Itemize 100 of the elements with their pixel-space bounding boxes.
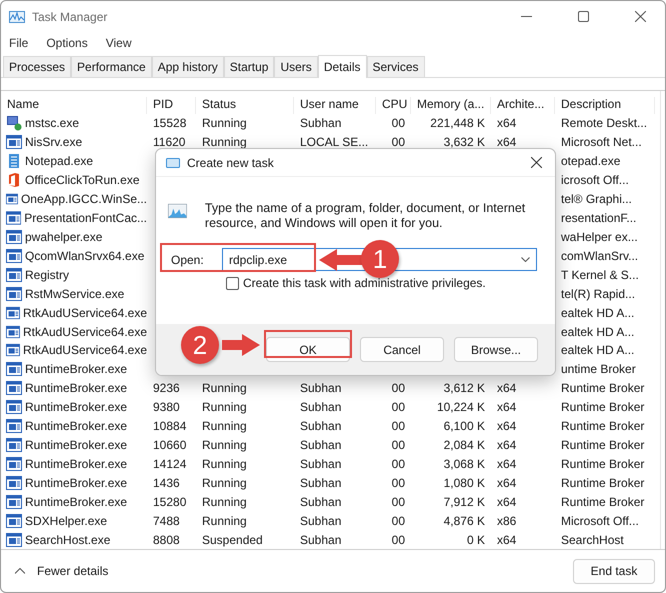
column-header[interactable]: Memory (a... xyxy=(411,96,491,114)
table-cell-text: 10660 xyxy=(152,438,188,452)
column-header[interactable]: Status xyxy=(196,96,294,114)
table-cell-text: 10,224 K xyxy=(436,400,486,414)
table-cell-text: 00 xyxy=(390,494,406,509)
table-cell-text: Subhan xyxy=(299,476,342,490)
table-cell-text: 221,448 K xyxy=(429,116,486,130)
table-cell-text: untime Broker xyxy=(560,362,637,376)
table-cell-text: 00 xyxy=(390,476,406,490)
process-name: RtkAudUService64.exe xyxy=(1,343,147,358)
table-cell-text: Running xyxy=(201,514,248,528)
table-cell-text: 9236 xyxy=(152,381,181,396)
table-cell-text: 00 xyxy=(390,135,406,150)
table-cell-text: 15528 xyxy=(152,116,188,130)
application-icon xyxy=(6,268,22,282)
application-icon xyxy=(6,438,22,452)
table-cell-text: Subhan xyxy=(299,532,342,547)
table-cell-text: Subhan xyxy=(299,438,342,452)
table-cell-text: LOCAL SE... xyxy=(299,135,370,150)
application-icon xyxy=(6,192,18,206)
menu-item[interactable]: File xyxy=(9,36,28,50)
tab[interactable]: Details xyxy=(318,55,366,78)
tab[interactable]: Processes xyxy=(3,56,72,77)
table-cell-text: Running xyxy=(201,456,248,471)
table-cell-text: Subhan xyxy=(299,514,342,528)
process-name: RuntimeBroker.exe xyxy=(1,494,147,509)
application-icon xyxy=(6,494,22,509)
application-icon xyxy=(6,343,20,358)
table-cell-text: Running xyxy=(201,476,248,490)
table-cell-text: ealtek HD A... xyxy=(560,306,636,320)
table-cell-text: 00 xyxy=(390,419,406,434)
table-cell-text: Runtime Broker xyxy=(560,476,646,490)
table-cell-text: 3,612 K xyxy=(442,381,486,396)
process-name: RuntimeBroker.exe xyxy=(1,362,147,376)
table-cell-text: Subhan xyxy=(299,494,342,509)
process-name: PresentationFontCac... xyxy=(1,210,147,225)
process-name: RuntimeBroker.exe xyxy=(1,456,147,471)
column-header[interactable]: CPU xyxy=(376,96,411,114)
process-name: OneApp.IGCC.WinSe... xyxy=(1,192,147,206)
table-cell-text: Subhan xyxy=(299,116,342,130)
process-name: RtkAudUService64.exe xyxy=(1,324,147,338)
process-name: RuntimeBroker.exe xyxy=(1,419,147,434)
table-cell-text: Runtime Broker xyxy=(560,381,646,396)
tab[interactable]: Startup xyxy=(224,56,274,77)
table-cell-text: Microsoft Off... xyxy=(560,514,640,528)
table-cell-text: Running xyxy=(201,438,248,452)
table-cell-text: x64 xyxy=(496,381,518,396)
column-header[interactable]: User name xyxy=(294,96,376,114)
table-cell-text: SearchHost xyxy=(560,532,625,547)
menu-item[interactable]: Options xyxy=(46,36,88,50)
table-cell-text: 4,876 K xyxy=(442,514,486,528)
office-icon xyxy=(6,172,22,188)
table-cell-text: 00 xyxy=(390,456,406,471)
table-cell-text: Running xyxy=(201,400,248,414)
application-icon xyxy=(6,324,20,338)
table-cell-text: x64 xyxy=(496,438,518,452)
table-cell-text: Runtime Broker xyxy=(560,456,646,471)
table-cell-text: x64 xyxy=(496,476,518,490)
table-cell-text: x64 xyxy=(496,494,518,509)
dialog-button[interactable]: Cancel xyxy=(360,337,444,362)
notepad-icon xyxy=(6,153,22,170)
table-cell-text: 1,080 K xyxy=(442,476,486,490)
fewer-details-link[interactable]: Fewer details xyxy=(37,564,108,578)
table-cell-text: 1436 xyxy=(152,476,181,490)
table-cell-text: Microsoft Net... xyxy=(560,135,643,150)
app-icon xyxy=(9,10,25,22)
chevron-down-icon[interactable] xyxy=(521,257,530,262)
tab[interactable]: App history xyxy=(152,56,224,77)
table-cell-text: 3,632 K xyxy=(442,135,486,150)
tab[interactable]: Services xyxy=(366,56,425,77)
table-cell-text: Runtime Broker xyxy=(560,438,646,452)
process-name: RuntimeBroker.exe xyxy=(1,438,147,452)
application-icon xyxy=(6,135,22,150)
dialog-button[interactable]: Browse... xyxy=(454,337,538,362)
column-header[interactable]: Description xyxy=(555,96,655,114)
close-icon[interactable] xyxy=(531,157,542,168)
menu-item[interactable]: View xyxy=(106,36,132,50)
table-cell-text: Running xyxy=(201,494,248,509)
column-header[interactable]: Archite... xyxy=(491,96,555,114)
dialog-button[interactable]: OK xyxy=(266,337,350,362)
table-cell-text: otepad.exe xyxy=(560,154,622,168)
table-cell-text: ealtek HD A... xyxy=(560,324,636,338)
table-cell-text: x86 xyxy=(496,514,518,528)
application-icon xyxy=(6,400,22,414)
column-header[interactable]: Name xyxy=(1,96,147,114)
application-icon xyxy=(6,248,22,263)
table-cell-text: 00 xyxy=(390,381,406,396)
admin-checkbox[interactable] xyxy=(226,276,239,290)
column-header[interactable]: PID xyxy=(147,96,196,114)
table-cell-text: Subhan xyxy=(299,419,342,434)
table-cell-text: comWlanSrv... xyxy=(560,248,640,263)
end-task-button[interactable]: End task xyxy=(573,558,655,584)
table-cell-text: Running xyxy=(201,419,248,434)
table-cell-text: 00 xyxy=(390,116,406,130)
process-name: RuntimeBroker.exe xyxy=(1,400,147,414)
tab[interactable]: Performance xyxy=(71,56,152,77)
window-title: Task Manager xyxy=(32,10,108,24)
process-name: SDXHelper.exe xyxy=(1,514,147,528)
tab[interactable]: Users xyxy=(274,56,318,77)
table-cell-text: 14124 xyxy=(152,456,188,471)
